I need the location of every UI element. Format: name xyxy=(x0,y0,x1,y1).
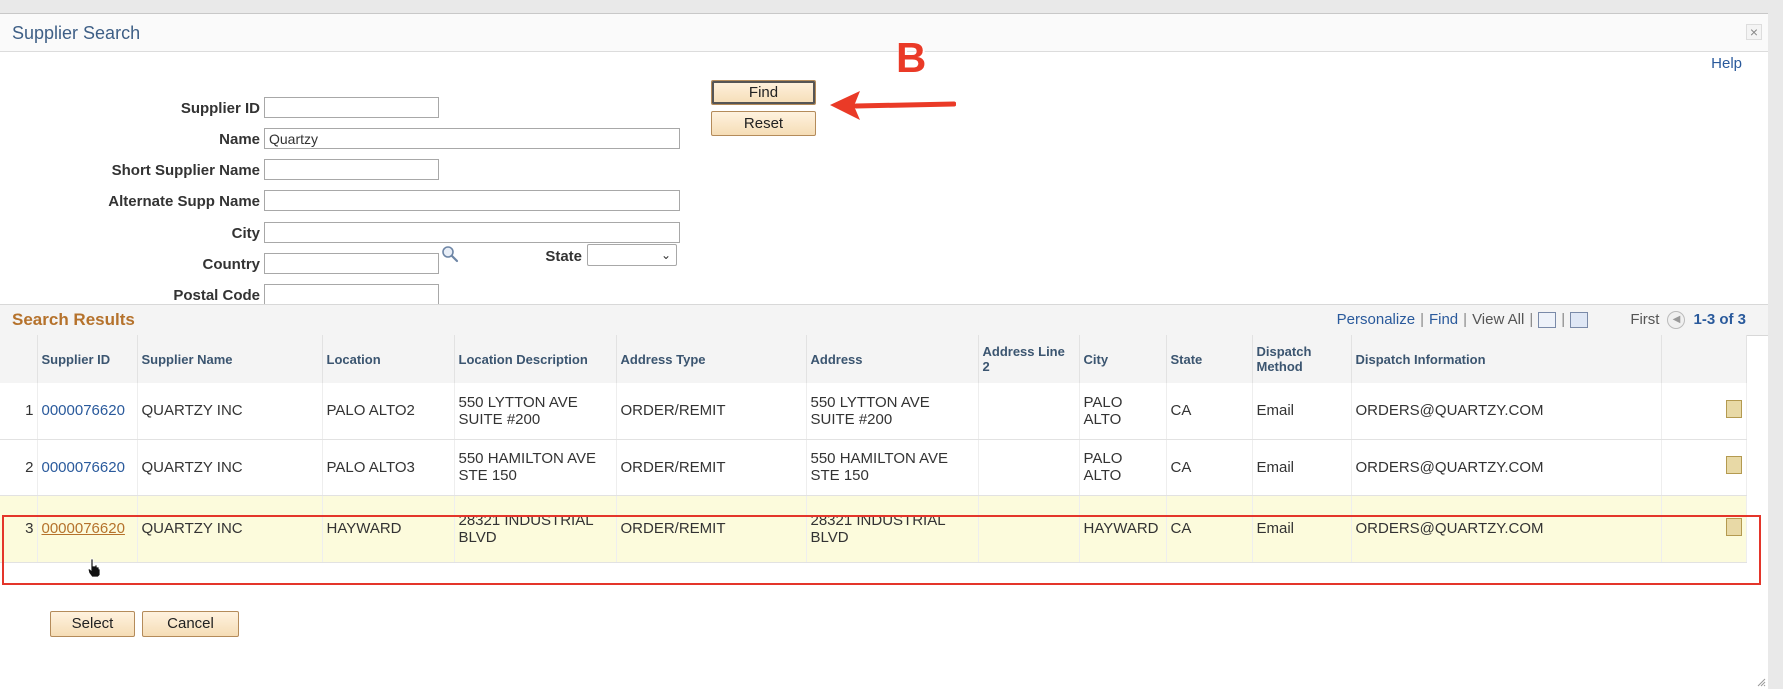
dialog-title: Supplier Search xyxy=(12,23,141,43)
personalize-link[interactable]: Personalize xyxy=(1337,311,1415,328)
alternate-supp-name-field[interactable] xyxy=(264,190,680,211)
supplier-name-cell: QUARTZY INC xyxy=(137,439,323,496)
results-header-row: Supplier ID Supplier Name Location Locat… xyxy=(0,335,1747,383)
postal-code-label: Postal Code xyxy=(173,287,260,304)
row-number: 3 xyxy=(0,495,38,563)
col-header: City xyxy=(1079,335,1167,383)
city-field[interactable] xyxy=(264,222,680,243)
annotation-arrow-icon xyxy=(830,91,956,120)
find-link[interactable]: Find xyxy=(1429,311,1458,328)
results-toolbar: Personalize | Find | View All | | First ◀ 1-3 of… xyxy=(1336,311,1746,330)
table-row-selected[interactable]: 3 0000076620 QUARTZY INC HAYWARD 28321 I… xyxy=(0,495,1747,563)
name-field[interactable] xyxy=(264,128,680,149)
col-header: Dispatch Information xyxy=(1351,335,1662,383)
search-results-title: Search Results xyxy=(12,310,135,329)
supplier-name-cell: QUARTZY INC xyxy=(137,383,323,440)
grid-download-icon[interactable] xyxy=(1570,312,1589,329)
state-cell: CA xyxy=(1166,439,1253,496)
help-link[interactable]: Help xyxy=(1711,55,1742,72)
location-cell: PALO ALTO2 xyxy=(322,383,455,440)
row-detail-icon[interactable] xyxy=(1725,399,1742,418)
col-header: State xyxy=(1166,335,1253,383)
city-cell: PALO ALTO xyxy=(1079,439,1167,496)
dialog-titlebar: Supplier Search × xyxy=(0,14,1768,52)
hand-cursor-icon xyxy=(87,558,101,578)
city-label: City xyxy=(231,225,260,242)
dispatch-method-cell: Email xyxy=(1252,439,1352,496)
location-description-cell: 550 LYTTON AVE SUITE #200 xyxy=(454,383,617,440)
city-cell: HAYWARD xyxy=(1079,495,1167,563)
col-header: Supplier ID xyxy=(37,335,138,383)
table-row[interactable]: 1 0000076620 QUARTZY INC PALO ALTO2 550 … xyxy=(0,383,1747,440)
col-header-row-num xyxy=(0,335,38,383)
results-table: Supplier ID Supplier Name Location Locat… xyxy=(0,335,1747,563)
dispatch-method-cell: Email xyxy=(1252,495,1352,563)
col-header: Address Type xyxy=(616,335,807,383)
col-header: Location Description xyxy=(454,335,617,383)
close-icon[interactable]: × xyxy=(1746,24,1762,40)
cancel-button[interactable]: Cancel xyxy=(142,611,239,637)
address-cell: 550 HAMILTON AVE STE 150 xyxy=(806,439,979,496)
address-cell: 550 LYTTON AVE SUITE #200 xyxy=(806,383,979,440)
row-number: 1 xyxy=(0,383,38,440)
new-window-icon[interactable] xyxy=(1538,312,1557,329)
resize-handle-icon[interactable] xyxy=(1756,677,1766,687)
name-label: Name xyxy=(219,131,260,148)
state-select[interactable]: ⌄ xyxy=(587,244,677,266)
address-type-cell: ORDER/REMIT xyxy=(616,439,807,496)
find-button[interactable]: Find xyxy=(711,80,816,105)
row-detail-icon[interactable] xyxy=(1725,517,1742,536)
dispatch-information-cell: ORDERS@QUARTZY.COM xyxy=(1351,383,1662,440)
state-cell: CA xyxy=(1166,383,1253,440)
address-type-cell: ORDER/REMIT xyxy=(616,495,807,563)
dispatch-information-cell: ORDERS@QUARTZY.COM xyxy=(1351,439,1662,496)
table-row[interactable]: 2 0000076620 QUARTZY INC PALO ALTO3 550 … xyxy=(0,439,1747,496)
previous-icon[interactable]: ◀ xyxy=(1667,311,1686,330)
alternate-supp-name-label: Alternate Supp Name xyxy=(108,193,260,210)
address-line-2-cell xyxy=(978,495,1080,563)
col-header: Dispatch Method xyxy=(1252,335,1352,383)
results-range: 1-3 of 3 xyxy=(1693,311,1746,328)
location-cell: PALO ALTO3 xyxy=(322,439,455,496)
row-detail-icon[interactable] xyxy=(1725,456,1742,474)
reset-button[interactable]: Reset xyxy=(711,111,816,136)
state-label: State xyxy=(545,248,582,265)
dispatch-method-cell: Email xyxy=(1252,383,1352,440)
supplier-search-dialog: Supplier Search × Help Supplier ID Name … xyxy=(0,13,1768,689)
address-cell: 28321 INDUSTRIAL BLVD xyxy=(806,495,979,563)
first-link[interactable]: First xyxy=(1630,311,1659,328)
address-line-2-cell xyxy=(978,439,1080,496)
short-supplier-name-field[interactable] xyxy=(264,159,439,180)
state-cell: CA xyxy=(1166,495,1253,563)
country-label: Country xyxy=(202,256,261,273)
chevron-down-icon: ⌄ xyxy=(660,248,671,262)
col-header: Address xyxy=(806,335,979,383)
location-description-cell: 28321 INDUSTRIAL BLVD xyxy=(454,495,617,563)
supplier-id-label: Supplier ID xyxy=(180,100,260,117)
short-supplier-name-label: Short Supplier Name xyxy=(111,162,260,179)
col-header: Address Line 2 xyxy=(978,335,1080,383)
address-line-2-cell xyxy=(978,383,1080,440)
col-header: Location xyxy=(322,335,455,383)
col-header: Supplier Name xyxy=(137,335,323,383)
location-cell: HAYWARD xyxy=(322,495,455,563)
search-results-header: Search Results Personalize | Find | View All… xyxy=(0,304,1768,336)
address-type-cell: ORDER/REMIT xyxy=(616,383,807,440)
dispatch-information-cell: ORDERS@QUARTZY.COM xyxy=(1351,495,1662,563)
col-header-action xyxy=(1661,335,1747,383)
supplier-id-link[interactable]: 0000076620 xyxy=(42,520,125,537)
supplier-id-link[interactable]: 0000076620 xyxy=(42,459,125,476)
annotation-letter: B xyxy=(896,34,927,81)
view-all-link[interactable]: View All xyxy=(1472,311,1524,328)
select-button[interactable]: Select xyxy=(50,611,135,637)
supplier-id-link[interactable]: 0000076620 xyxy=(42,402,125,419)
row-number: 2 xyxy=(0,439,38,496)
supplier-id-field[interactable] xyxy=(264,97,439,118)
city-cell: PALO ALTO xyxy=(1079,383,1167,440)
location-description-cell: 550 HAMILTON AVE STE 150 xyxy=(454,439,617,496)
supplier-name-cell: QUARTZY INC xyxy=(137,495,323,563)
postal-code-field[interactable] xyxy=(264,284,439,305)
